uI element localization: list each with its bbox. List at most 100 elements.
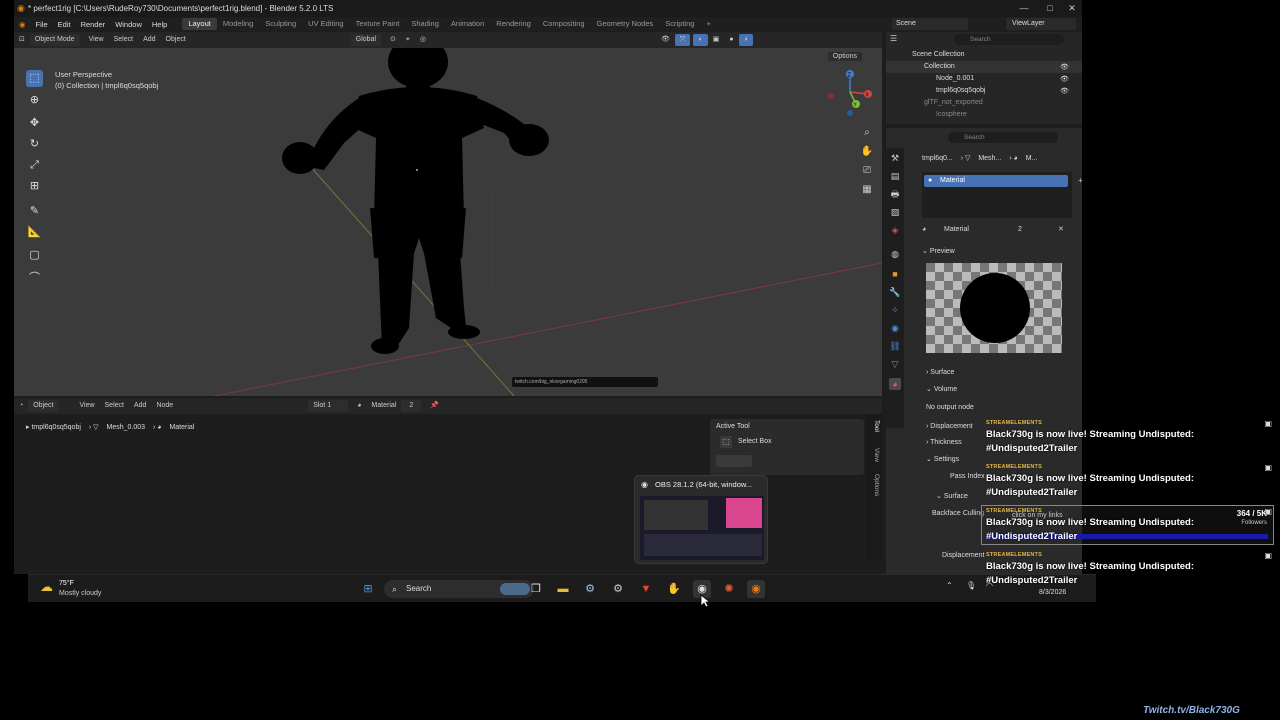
menu-file[interactable]: File xyxy=(31,20,53,29)
transform-orientation-dropdown[interactable]: Global xyxy=(350,34,382,46)
displacement-panel-header[interactable]: › Displacement xyxy=(926,423,973,430)
menu-help[interactable]: Help xyxy=(147,20,172,29)
gizmo-toggle-icon[interactable]: ⤧ xyxy=(674,34,691,46)
minimize-button[interactable]: — xyxy=(1018,2,1030,14)
material-slot-item[interactable]: ● Material xyxy=(924,175,1068,187)
workspace-tab-layout[interactable]: Layout xyxy=(182,18,217,30)
workspace-tab-scripting[interactable]: Scripting xyxy=(659,18,700,30)
select-tool-icon[interactable]: ⬚ xyxy=(26,70,43,87)
tab-view[interactable]: View xyxy=(868,448,880,462)
task-view-icon[interactable]: ❐ xyxy=(527,580,545,598)
tab-tool[interactable]: Tool xyxy=(868,420,880,432)
navigation-gizmo[interactable]: Z X Y xyxy=(826,68,876,118)
3d-viewport[interactable]: ⬚ ⊕ ✥ ↻ ⤢ ⊞ ✎ 📐 ▢ ⌒ User Perspective (0)… xyxy=(14,48,882,396)
visibility-eye-icon[interactable]: 👁 xyxy=(1060,75,1069,83)
workspace-tab-rendering[interactable]: Rendering xyxy=(490,18,537,30)
start-icon[interactable]: ⊞ xyxy=(359,580,377,598)
world-tab-icon[interactable]: ◍ xyxy=(889,248,901,260)
steam-icon[interactable]: ⚙ xyxy=(581,580,599,598)
visibility-icon[interactable]: 👁 xyxy=(656,34,675,46)
scene-selector[interactable]: Scene xyxy=(892,18,968,30)
render-tab-icon[interactable]: ▤ xyxy=(889,170,901,182)
menu-edit[interactable]: Edit xyxy=(53,20,76,29)
visibility-eye-icon[interactable]: 👁 xyxy=(1060,63,1069,71)
blender-menu-icon[interactable]: ◉ xyxy=(14,20,31,29)
outliner-row-collection[interactable]: Collection xyxy=(886,61,1082,73)
pivot-icon[interactable]: ⊙ xyxy=(385,34,401,46)
material-name-field[interactable]: Material xyxy=(366,400,401,412)
select-mode-buttons[interactable] xyxy=(716,455,752,467)
material-tab-icon[interactable]: ◕ xyxy=(889,378,901,390)
outliner-row-gltf[interactable]: glTF_not_exported xyxy=(886,97,1082,109)
tool-tab-icon[interactable]: ⚒ xyxy=(889,152,901,164)
shader-menu-node[interactable]: Node xyxy=(151,400,178,412)
shader-menu-select[interactable]: Select xyxy=(100,400,129,412)
viewport-menu-select[interactable]: Select xyxy=(109,34,138,46)
view-layer-tab-icon[interactable]: ▨ xyxy=(889,206,901,218)
material-sphere-icon[interactable]: ◕ xyxy=(352,400,366,412)
xray-icon[interactable]: ▣ xyxy=(708,34,725,46)
move-tool-icon[interactable]: ✥ xyxy=(26,115,43,132)
datablock-sphere-icon[interactable]: ◕ xyxy=(922,224,926,236)
mic-icon[interactable]: 🎙 xyxy=(966,581,976,590)
camera-view-icon[interactable]: ⎚ xyxy=(860,164,874,178)
editor-type-icon[interactable]: ⊡ xyxy=(14,34,30,46)
datablock-users[interactable]: 2 xyxy=(1018,224,1022,236)
add-workspace-button[interactable]: + xyxy=(700,18,716,30)
outliner-search-input[interactable]: Search xyxy=(954,34,1064,45)
taskbar-search-box[interactable]: ⌕ Search xyxy=(384,580,534,598)
grid-view-icon[interactable]: ▦ xyxy=(860,183,874,197)
preview-panel-header[interactable]: ⌄ Preview xyxy=(922,247,955,255)
view-layer-selector[interactable]: ViewLayer xyxy=(1006,18,1076,30)
annotate-tool-icon[interactable]: ✎ xyxy=(26,203,43,220)
overlay-toggle-icon[interactable]: ◐ xyxy=(693,34,708,46)
file-explorer-icon[interactable]: ▬ xyxy=(554,580,572,598)
material-users-count[interactable]: 2 xyxy=(401,400,422,412)
measure-tool-icon[interactable]: 📐 xyxy=(26,224,43,241)
physics-tab-icon[interactable]: ◉ xyxy=(889,322,901,334)
add-slot-button[interactable]: + xyxy=(1078,176,1083,185)
close-button[interactable]: ✕ xyxy=(1066,2,1078,14)
workspace-tab-uv-editing[interactable]: UV Editing xyxy=(302,18,349,30)
thickness-panel-header[interactable]: › Thickness xyxy=(926,439,962,446)
shader-menu-view[interactable]: View xyxy=(74,400,99,412)
particles-tab-icon[interactable]: ✧ xyxy=(889,304,901,316)
viewport-menu-add[interactable]: Add xyxy=(138,34,160,46)
pan-hand-icon[interactable]: ✋ xyxy=(860,145,874,159)
weather-temperature[interactable]: 75°F xyxy=(59,580,74,587)
pin-icon[interactable]: 📌 xyxy=(425,400,444,412)
outliner-editor-icon[interactable]: ☰ xyxy=(890,34,897,43)
hand-app-icon[interactable]: ✋ xyxy=(665,580,683,598)
object-type-dropdown[interactable]: Object xyxy=(28,400,59,412)
snap-icon[interactable]: ⌖ xyxy=(401,34,415,46)
zoom-icon[interactable]: ⌕ xyxy=(860,126,874,140)
scene-collection-row[interactable]: Scene Collection xyxy=(886,49,1082,61)
extra-tool-icon[interactable]: ⌒ xyxy=(26,270,43,287)
datablock-material-name[interactable]: Material xyxy=(944,224,969,236)
constraints-tab-icon[interactable]: ⛓ xyxy=(889,340,901,352)
select-box-icon[interactable]: ⬚ xyxy=(720,436,732,448)
surface-panel-header[interactable]: › Surface xyxy=(926,369,954,376)
outliner-row-icosphere[interactable]: Icosphere xyxy=(886,109,1082,121)
menu-render[interactable]: Render xyxy=(76,20,111,29)
outliner-row-node[interactable]: Node_0.001 xyxy=(886,73,1082,85)
add-cube-tool-icon[interactable]: ▢ xyxy=(26,247,43,264)
data-tab-icon[interactable]: ▽ xyxy=(889,358,901,370)
obs-window-preview[interactable]: ◉ OBS 28.1.2 (64-bit, window... xyxy=(634,475,768,564)
object-tab-icon[interactable]: ■ xyxy=(889,268,901,280)
surface-subpanel-header[interactable]: ⌄ Surface xyxy=(936,492,968,500)
settings-panel-header[interactable]: ⌄ Settings xyxy=(926,455,959,463)
weather-description[interactable]: Mostly cloudy xyxy=(59,590,101,597)
spark-icon[interactable]: ✺ xyxy=(720,580,738,598)
shader-menu-add[interactable]: Add xyxy=(129,400,151,412)
properties-search-input[interactable]: Search xyxy=(948,132,1058,143)
options-dropdown[interactable]: Options xyxy=(827,52,862,61)
shading-material-icon[interactable]: ◑ xyxy=(738,34,753,46)
workspace-tab-shading[interactable]: Shading xyxy=(405,18,445,30)
outliner-row-mesh-object[interactable]: tmpl6q0sq5qobj xyxy=(886,85,1082,97)
blender-taskbar-icon[interactable]: ◉ xyxy=(747,580,765,598)
menu-window[interactable]: Window xyxy=(110,20,147,29)
visibility-eye-icon[interactable]: 👁 xyxy=(1060,87,1069,95)
shader-editor-type-icon[interactable]: ◔ xyxy=(14,400,28,412)
unlink-icon[interactable]: ✕ xyxy=(1058,224,1064,236)
